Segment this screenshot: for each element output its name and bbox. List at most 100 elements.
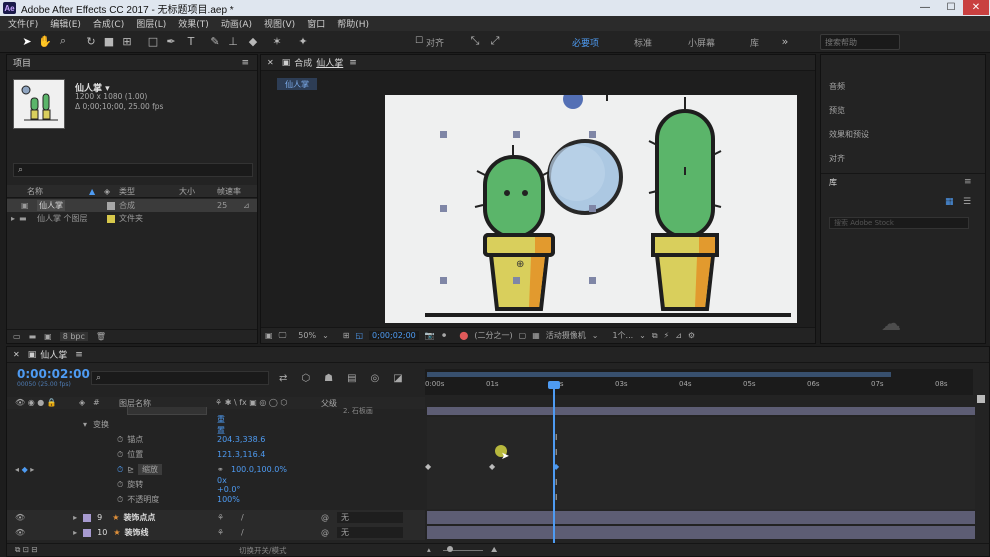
camera-tool-icon[interactable]: ■ xyxy=(102,34,116,48)
new-folder-icon[interactable]: ▬ xyxy=(29,332,37,341)
eraser-tool-icon[interactable]: ◆ xyxy=(246,34,260,48)
playhead-handle[interactable] xyxy=(548,381,560,389)
layer-name[interactable]: 装饰线 xyxy=(125,527,149,538)
panel-menu-icon[interactable]: ≡ xyxy=(75,350,83,360)
selection-tool-icon[interactable]: ➤ xyxy=(20,34,34,48)
transparency-grid-icon[interactable]: ▦ xyxy=(532,331,540,340)
property-value[interactable]: 100% xyxy=(217,495,240,504)
reset-link[interactable]: 重置 xyxy=(217,414,225,436)
bbox-handle[interactable] xyxy=(440,131,447,138)
expand-arrow-icon[interactable]: ▸ xyxy=(11,214,15,223)
text-tool-icon[interactable]: T xyxy=(184,34,198,48)
motion-blur-icon[interactable]: ◎ xyxy=(371,373,380,384)
workspace-libraries[interactable]: 库 xyxy=(750,36,759,49)
keyframe-navigator-icon[interactable]: ◂ ◆ ▸ xyxy=(15,465,34,474)
stopwatch-icon[interactable]: ⏱ xyxy=(117,495,123,505)
quality-switch-icon[interactable]: / xyxy=(241,528,244,537)
menu-file[interactable]: 文件(F) xyxy=(8,17,38,30)
panel-align[interactable]: 对齐 xyxy=(829,153,845,164)
stopwatch-active-icon[interactable]: ⏱ xyxy=(117,465,123,475)
visibility-eye-icon[interactable]: 👁 xyxy=(15,513,25,522)
bbox-handle[interactable] xyxy=(589,277,596,284)
expand-arrow-icon[interactable]: ▾ xyxy=(83,420,87,429)
show-snapshot-icon[interactable]: ⚫ xyxy=(441,331,448,340)
grid-view-icon[interactable]: ▦ xyxy=(945,197,954,207)
comp-canvas[interactable]: ⊕ xyxy=(385,95,797,323)
bpc-button[interactable]: 8 bpc xyxy=(59,332,88,341)
close-button[interactable]: ✕ xyxy=(963,0,989,15)
menu-layer[interactable]: 图层(L) xyxy=(136,17,166,30)
col-name[interactable]: 名称 xyxy=(27,186,43,197)
current-time-display[interactable]: 0;00;02;00 xyxy=(369,331,419,340)
project-item-folder[interactable]: ▸ ▬ 仙人掌 个图层 文件夹 xyxy=(7,212,257,225)
list-view-icon[interactable]: ☰ xyxy=(963,197,971,207)
panel-menu-icon[interactable]: ≡ xyxy=(241,58,249,68)
panel-menu-icon[interactable]: ≡ xyxy=(964,177,972,187)
keyframe-area[interactable]: ◆ ◆ ◆ ➤ I I I I xyxy=(425,417,975,509)
panel-preview[interactable]: 预览 xyxy=(829,105,845,116)
workspace-overflow-icon[interactable]: » xyxy=(778,34,792,48)
rotate-tool-icon[interactable]: ↻ xyxy=(84,34,98,48)
col-size[interactable]: 大小 xyxy=(179,186,195,197)
workspace-essentials[interactable]: 必要项 xyxy=(572,36,599,49)
layer-bar-partial[interactable] xyxy=(427,407,975,415)
timeline-search-input[interactable]: ⌕ xyxy=(91,371,269,385)
quality-switch-icon[interactable]: / xyxy=(241,513,244,522)
fast-preview-icon[interactable]: ⚡ xyxy=(664,331,670,340)
minimize-button[interactable]: — xyxy=(912,0,938,15)
property-row-scale[interactable]: ◂ ◆ ▸ ⏱ ⊵ 缩放 ⚭ 100.0,100.0% xyxy=(15,462,287,477)
zoom-dropdown[interactable]: 50% xyxy=(298,331,316,340)
views-dropdown[interactable]: 1个... xyxy=(612,330,633,341)
flowchart-icon[interactable]: ⊿ xyxy=(243,201,250,210)
pen-tool-icon[interactable]: ✒ xyxy=(164,34,178,48)
close-tab-icon[interactable]: ✕ xyxy=(267,58,274,67)
chevron-down-icon[interactable]: ⌄ xyxy=(322,331,329,340)
pan-behind-tool-icon[interactable]: ⊞ xyxy=(120,34,134,48)
delete-icon[interactable]: 🗑 xyxy=(96,332,106,341)
playhead-line[interactable] xyxy=(553,383,555,543)
brush-tool-icon[interactable]: ✎ xyxy=(208,34,222,48)
layer-row[interactable]: 👁 ▸ 10 ★ 装饰线 ⚘ / @ 无 xyxy=(7,525,425,540)
menu-view[interactable]: 视图(V) xyxy=(264,17,295,30)
new-comp-icon[interactable]: ▣ xyxy=(44,332,52,341)
toggle-switches-modes[interactable]: 切换开关/模式 xyxy=(239,545,287,556)
layer-bar[interactable] xyxy=(427,526,975,539)
scroll-up-icon[interactable] xyxy=(977,395,985,403)
clone-stamp-tool-icon[interactable]: ⊥ xyxy=(226,34,240,48)
constrain-proportions-icon[interactable]: ⚭ xyxy=(217,465,224,474)
grid-icon[interactable]: ⊞ xyxy=(343,331,350,340)
bbox-handle[interactable] xyxy=(513,277,520,284)
always-preview-icon[interactable]: ▣ xyxy=(265,331,273,340)
expand-panes-icon[interactable]: ⧉ ⊡ ⊟ xyxy=(15,545,38,555)
resolution-dropdown[interactable]: (二分之一) xyxy=(474,330,512,341)
frame-blending-icon[interactable]: ▤ xyxy=(347,373,356,384)
property-row-position[interactable]: ⏱ 位置 121.3,116.4 xyxy=(17,447,265,462)
bbox-handle[interactable] xyxy=(513,131,520,138)
comp-breadcrumb[interactable]: 仙人掌 xyxy=(277,78,317,90)
menu-help[interactable]: 帮助(H) xyxy=(337,17,369,30)
bbox-handle[interactable] xyxy=(589,131,596,138)
camera-dropdown[interactable]: 活动摄像机 xyxy=(546,330,586,341)
zoom-slider-thumb[interactable] xyxy=(447,546,453,552)
graph-icon[interactable]: ⊵ xyxy=(127,465,134,474)
zoom-tool-icon[interactable]: ⌕ xyxy=(56,34,70,48)
timeline-tab[interactable]: 仙人掌 xyxy=(40,348,67,361)
property-row-anchor[interactable]: ⏱ 锚点 204.3,338.6 xyxy=(17,432,265,447)
project-item-comp[interactable]: ▣ 仙人掌 合成 25 ⊿ xyxy=(7,199,257,212)
bbox-handle[interactable] xyxy=(440,205,447,212)
interpret-footage-icon[interactable]: ▭ xyxy=(13,332,21,341)
menu-window[interactable]: 窗口 xyxy=(307,17,325,30)
puppet-tool-icon[interactable]: ✦ xyxy=(296,34,310,48)
maximize-button[interactable]: ☐ xyxy=(938,0,964,15)
comp-tab-name[interactable]: 仙人掌 xyxy=(316,56,343,69)
zoom-out-icon[interactable]: ▴ xyxy=(427,545,431,554)
menu-edit[interactable]: 编辑(E) xyxy=(50,17,81,30)
shy-switch-icon[interactable]: ⚘ xyxy=(217,513,224,522)
snapshot-icon[interactable]: 📷 xyxy=(425,331,435,340)
shy-switch-icon[interactable]: ⚘ xyxy=(217,528,224,537)
graph-editor-icon[interactable]: ◪ xyxy=(393,373,402,384)
snap-option-icon[interactable]: ⤡ xyxy=(468,34,482,48)
menu-animation[interactable]: 动画(A) xyxy=(221,17,252,30)
comp-flowchart-icon[interactable]: ⇄ xyxy=(279,373,287,384)
layer-row[interactable]: 👁 ▸ 9 ★ 装饰点点 ⚘ / @ 无 xyxy=(7,510,425,525)
